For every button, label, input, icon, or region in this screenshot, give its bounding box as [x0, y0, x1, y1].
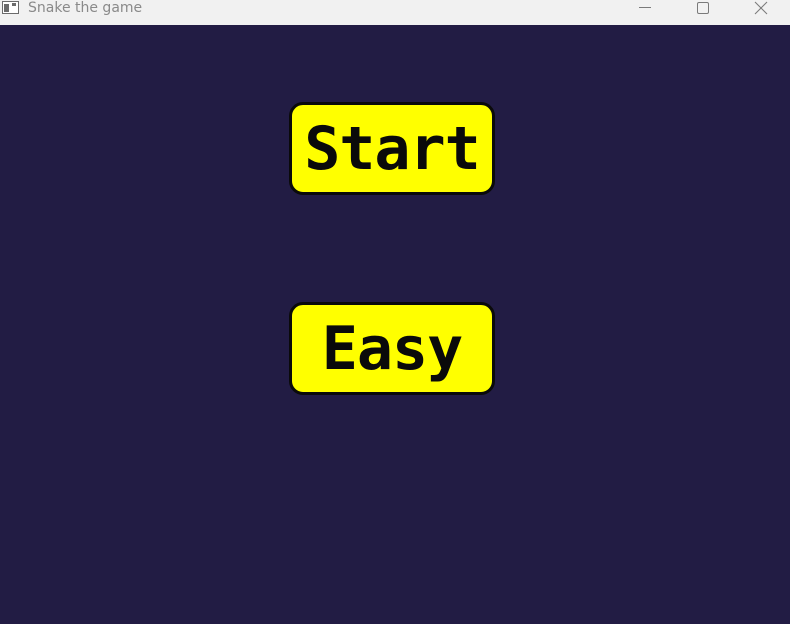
maximize-icon	[697, 2, 709, 14]
app-icon	[2, 1, 19, 14]
close-icon	[754, 1, 768, 15]
maximize-button[interactable]	[680, 0, 726, 25]
title-bar[interactable]: Snake the game	[0, 0, 790, 25]
start-button-label: Start	[304, 113, 481, 184]
game-window: Snake the game Start Easy	[0, 0, 790, 624]
minimize-icon	[639, 7, 651, 8]
window-title: Snake the game	[28, 0, 143, 16]
difficulty-button-label: Easy	[321, 313, 463, 384]
difficulty-button[interactable]: Easy	[289, 302, 495, 395]
close-button[interactable]	[738, 0, 784, 25]
game-canvas: Start Easy	[0, 25, 790, 624]
minimize-button[interactable]	[622, 0, 668, 25]
start-button[interactable]: Start	[289, 102, 495, 195]
